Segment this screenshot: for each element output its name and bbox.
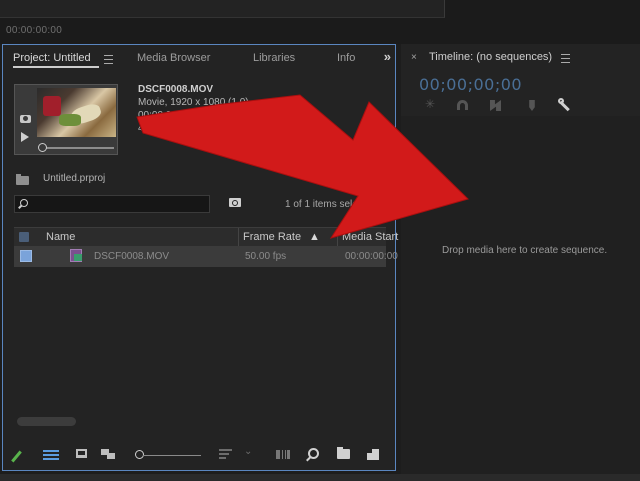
search-input[interactable] bbox=[14, 195, 210, 213]
hamburger-menu-icon[interactable] bbox=[104, 55, 113, 64]
bin-search-icon[interactable] bbox=[229, 198, 241, 207]
pencil-icon[interactable] bbox=[11, 450, 22, 463]
new-bin-icon[interactable] bbox=[337, 447, 350, 459]
freeform-view-icon[interactable] bbox=[101, 449, 117, 460]
program-monitor-strip: 00:00:00:00 bbox=[0, 0, 640, 44]
sort-icons[interactable] bbox=[219, 449, 232, 460]
status-bar bbox=[0, 474, 640, 481]
camera-icon[interactable] bbox=[20, 115, 31, 123]
snap-icon[interactable] bbox=[457, 100, 468, 110]
hamburger-menu-icon[interactable] bbox=[561, 54, 570, 63]
zoom-slider[interactable] bbox=[143, 455, 201, 456]
project-file-name: Untitled.prproj bbox=[43, 173, 106, 184]
drop-media-hint: Drop media here to create sequence. bbox=[442, 245, 608, 256]
automate-to-sequence-icon[interactable] bbox=[276, 450, 290, 459]
clip-info: DSCF0008.MOV Movie, 1920 x 1080 (1.0) 00… bbox=[138, 83, 253, 135]
horizontal-scrollbar[interactable] bbox=[17, 417, 76, 426]
linked-selection-icon[interactable] bbox=[490, 100, 501, 111]
column-divider[interactable] bbox=[238, 228, 239, 246]
search-icon bbox=[20, 199, 28, 207]
column-divider[interactable] bbox=[337, 228, 338, 246]
row-frame-rate: 50.00 fps bbox=[245, 251, 287, 262]
clip-info-duration: 00:00:09:00, 50.00p bbox=[138, 110, 227, 121]
project-panel: Project: Untitled Media Browser Librarie… bbox=[2, 44, 398, 471]
clip-info-audio: 48000 Hz - 16-bit - Stereo bbox=[138, 123, 254, 134]
sort-ascending-icon[interactable]: ▲ bbox=[309, 231, 320, 243]
list-view-icon[interactable] bbox=[43, 450, 59, 461]
timeline-timecode[interactable]: 00;00;00;00 bbox=[419, 75, 522, 94]
list-header: Name Frame Rate ▲ Media Start bbox=[14, 227, 398, 246]
column-frame-rate[interactable]: Frame Rate bbox=[243, 231, 301, 243]
label-color-swatch[interactable] bbox=[20, 250, 32, 262]
clip-info-name: DSCF0008.MOV bbox=[138, 84, 214, 95]
play-icon[interactable] bbox=[21, 132, 29, 142]
table-row[interactable]: DSCF0008.MOV 50.00 fps 00:00:00:00 bbox=[14, 246, 398, 267]
tab-info[interactable]: Info bbox=[337, 52, 355, 64]
folder-icon bbox=[16, 174, 29, 185]
program-monitor-bottom bbox=[0, 0, 445, 18]
icon-view-icon[interactable] bbox=[76, 449, 87, 458]
active-tab-underline bbox=[13, 66, 99, 68]
timeline-title[interactable]: Timeline: (no sequences) bbox=[429, 51, 552, 63]
project-tabbar: Project: Untitled Media Browser Librarie… bbox=[3, 45, 395, 71]
sequence-clip-icon bbox=[70, 249, 82, 262]
tab-media-browser[interactable]: Media Browser bbox=[137, 52, 210, 64]
preview-scrub-bar[interactable] bbox=[41, 147, 114, 149]
chevron-down-icon[interactable]: ⌄ bbox=[244, 446, 252, 457]
timeline-settings-wrench-icon[interactable] bbox=[558, 98, 572, 112]
add-marker-icon[interactable] bbox=[529, 100, 535, 111]
program-timecode[interactable]: 00:00:00:00 bbox=[6, 25, 62, 36]
insert-icon[interactable] bbox=[425, 97, 437, 112]
find-icon[interactable] bbox=[308, 448, 319, 459]
column-media-start[interactable]: Media Start bbox=[342, 231, 398, 243]
timeline-drop-area[interactable] bbox=[401, 116, 640, 474]
column-name[interactable]: Name bbox=[46, 231, 75, 243]
header-label-color bbox=[19, 232, 29, 242]
new-item-icon[interactable] bbox=[367, 449, 379, 460]
row-media-start: 00:00:00:00 bbox=[345, 251, 398, 262]
timeline-panel: × Timeline: (no sequences) 00;00;00;00 D… bbox=[401, 44, 640, 474]
tab-libraries[interactable]: Libraries bbox=[253, 52, 295, 64]
clip-thumbnail-image bbox=[37, 88, 116, 137]
tabs-overflow-icon[interactable]: » bbox=[384, 49, 391, 64]
row-name[interactable]: DSCF0008.MOV bbox=[94, 251, 169, 262]
clip-preview-thumbnail[interactable] bbox=[14, 84, 118, 155]
preview-scrub-handle[interactable] bbox=[38, 143, 47, 152]
clip-info-format: Movie, 1920 x 1080 (1.0) bbox=[138, 97, 249, 108]
close-icon[interactable]: × bbox=[411, 52, 417, 63]
tab-project[interactable]: Project: Untitled bbox=[13, 52, 91, 64]
items-count: 1 of 1 items selected bbox=[285, 199, 377, 210]
